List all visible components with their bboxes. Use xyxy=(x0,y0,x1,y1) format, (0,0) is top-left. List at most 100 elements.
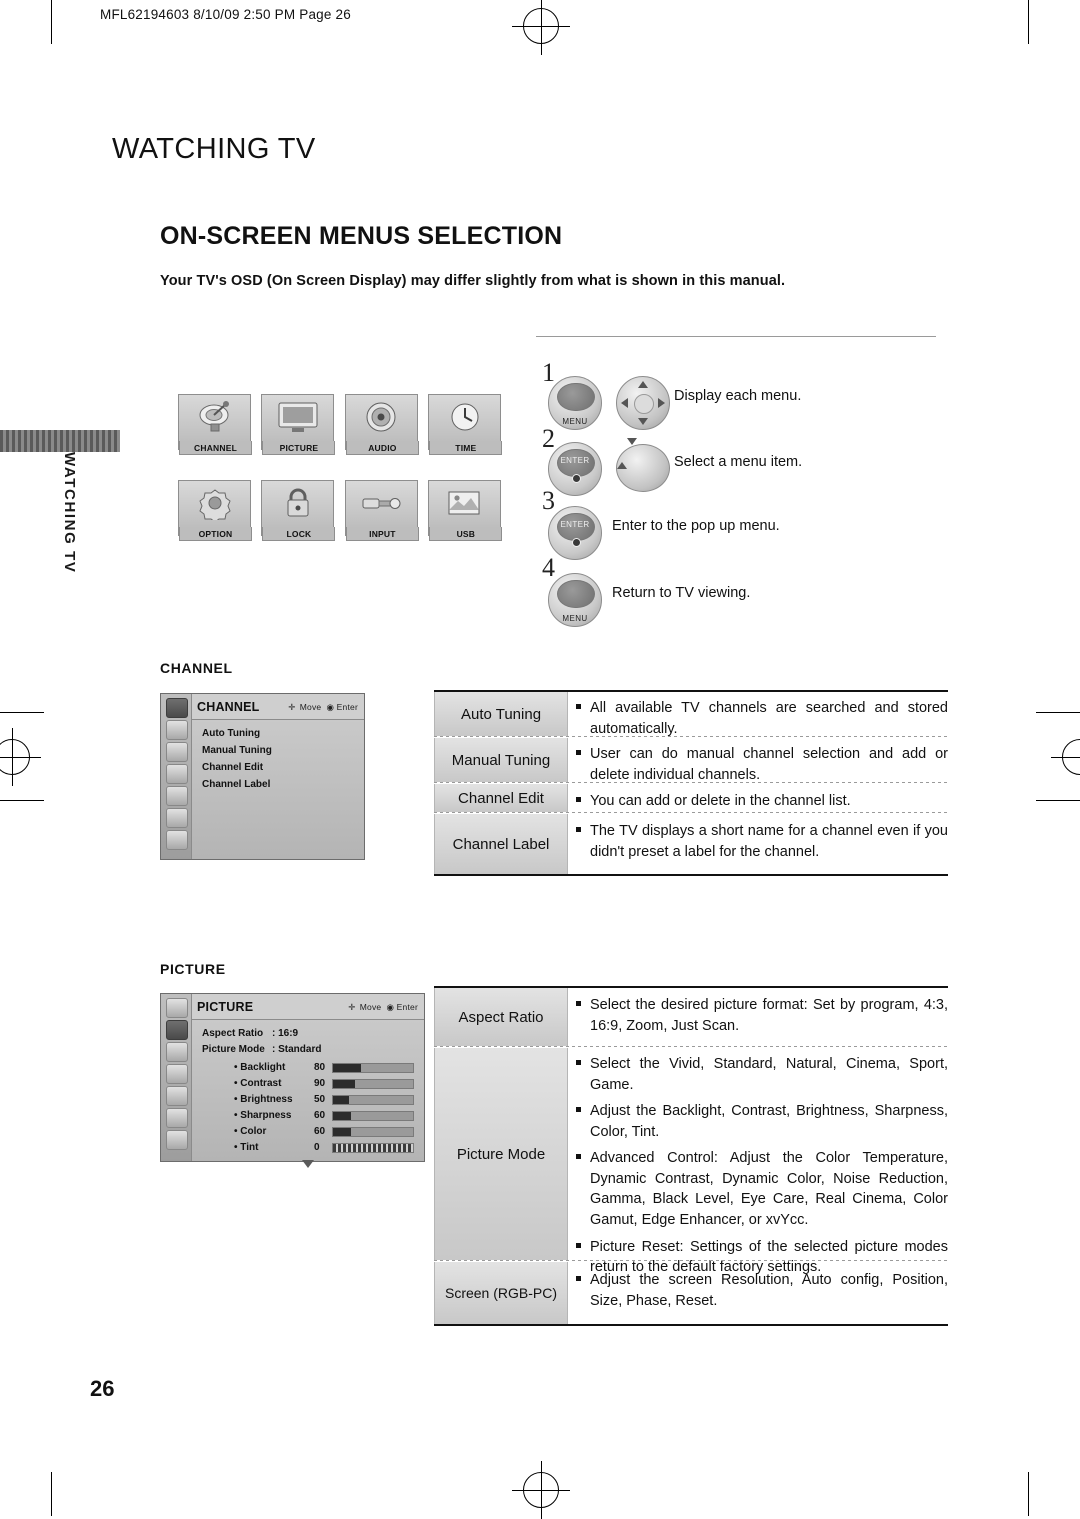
page-title: WATCHING TV xyxy=(112,133,316,165)
osd-sidebar-icon-lock xyxy=(166,1108,188,1128)
crop-mark-bottom-right xyxy=(1028,1472,1029,1516)
menu-icon-label: TIME xyxy=(429,441,503,455)
osd-hint-move: Move xyxy=(359,1002,382,1012)
osd-slider-contrast xyxy=(332,1079,414,1089)
bullet-item: Adjust the Backlight, Contrast, Brightne… xyxy=(576,1101,948,1142)
registration-mark-bottom xyxy=(512,1461,570,1519)
osd-value-color: 60 xyxy=(314,1126,326,1137)
osd-item-manual-tuning: Manual Tuning xyxy=(202,745,272,756)
registration-mark-right xyxy=(1051,728,1080,786)
menu-icon-label: INPUT xyxy=(345,527,419,541)
crop-mark-left-mid2 xyxy=(0,800,44,801)
menu-icon-label: AUDIO xyxy=(345,441,419,455)
menu-button-icon: MENU xyxy=(548,376,602,430)
menu-icon-option: OPTION xyxy=(178,480,252,552)
up-down-button-icon xyxy=(616,438,670,492)
side-tab-label: WATCHING TV xyxy=(61,452,78,574)
bullet-item: The TV displays a short name for a chann… xyxy=(576,821,948,862)
bullet-item: All available TV channels are searched a… xyxy=(576,698,948,739)
step-description: Enter to the pop up menu. xyxy=(612,518,780,534)
step-description: Select a menu item. xyxy=(674,454,803,470)
menu-icon-label: PICTURE xyxy=(262,441,336,455)
usb-icon xyxy=(448,491,480,515)
section-title: ON-SCREEN MENUS SELECTION xyxy=(160,222,563,250)
osd-sidebar-icon-picture xyxy=(166,1020,188,1040)
osd-item-sharpness: • Sharpness xyxy=(234,1110,292,1121)
osd-hint-enter: Enter xyxy=(396,1002,418,1012)
osd-slider-color xyxy=(332,1127,414,1137)
plug-icon xyxy=(362,498,401,509)
osd-hint-move: Move xyxy=(299,702,322,712)
picture-section-label: PICTURE xyxy=(160,961,226,977)
osd-hints: ✛ Move ◉ Enter xyxy=(288,702,358,712)
channel-osd-screenshot: CHANNEL ✛ Move ◉ Enter Auto Tuning Manua… xyxy=(160,693,365,860)
registration-mark-top xyxy=(512,0,570,55)
crop-mark-top-right xyxy=(1028,0,1029,44)
step-number: 2 xyxy=(542,424,555,453)
channel-row-name-1: Manual Tuning xyxy=(434,738,568,782)
osd-sidebar-icon-time xyxy=(166,764,188,784)
crop-mark-bottom-left xyxy=(51,1472,52,1516)
menu-icon-channel: CHANNEL xyxy=(178,394,252,466)
step-description: Return to TV viewing. xyxy=(612,585,751,601)
picture-osd-screenshot: PICTURE ✛ Move ◉ Enter Aspect Ratio : 16… xyxy=(160,993,425,1168)
menu-icon-grid: CHANNEL PICTURE AUDIO TIME OPTION LOCK I… xyxy=(178,394,507,552)
steps-divider xyxy=(536,336,936,337)
clock-icon xyxy=(451,403,479,431)
registration-mark-left xyxy=(0,728,41,786)
channel-section-label: CHANNEL xyxy=(160,660,233,676)
osd-slider-sharpness xyxy=(332,1111,414,1121)
osd-item-brightness: • Brightness xyxy=(234,1094,293,1105)
osd-title: PICTURE xyxy=(197,1000,254,1014)
menu-icon-label: OPTION xyxy=(179,527,252,541)
bullet-item: Advanced Control: Adjust the Color Tempe… xyxy=(576,1148,948,1230)
channel-description-table: Auto Tuning All available TV channels ar… xyxy=(434,690,948,876)
step-number: 4 xyxy=(542,553,555,582)
channel-row-name-3: Channel Label xyxy=(434,814,568,874)
navigation-pad-icon xyxy=(616,376,670,430)
channel-row-desc-2: You can add or delete in the channel lis… xyxy=(576,791,948,812)
bullet-item: Select the Vivid, Standard, Natural, Cin… xyxy=(576,1054,948,1095)
channel-row-name-2: Channel Edit xyxy=(434,784,568,812)
bullet-item: Select the desired picture format: Set b… xyxy=(576,995,948,1036)
osd-value-contrast: 90 xyxy=(314,1078,326,1089)
menu-button-icon: MENU xyxy=(548,573,602,627)
page-root: MFL62194603 8/10/09 2:50 PM Page 26 WATC… xyxy=(0,0,1080,1519)
menu-icon-audio: AUDIO xyxy=(344,394,419,466)
osd-sidebar-icon-option xyxy=(166,786,188,806)
bullet-item: You can add or delete in the channel lis… xyxy=(576,791,948,812)
osd-value-backlight: 80 xyxy=(314,1062,326,1073)
picture-row-desc-2: Adjust the screen Resolution, Auto confi… xyxy=(576,1270,948,1311)
padlock-icon xyxy=(287,488,309,517)
satellite-dish-icon xyxy=(199,401,229,432)
crop-mark-left-mid xyxy=(0,712,44,713)
osd-value-brightness: 50 xyxy=(314,1094,326,1105)
osd-item-backlight: • Backlight xyxy=(234,1062,286,1073)
picture-row-name-1: Picture Mode xyxy=(434,1048,568,1260)
osd-item-picture-mode: Picture Mode xyxy=(202,1044,265,1055)
osd-value-tint: 0 xyxy=(314,1142,320,1153)
side-tab-bar xyxy=(0,430,120,452)
menu-icon-time: TIME xyxy=(428,394,503,466)
channel-row-desc-1: User can do manual channel selection and… xyxy=(576,744,948,785)
page-number: 26 xyxy=(90,1376,115,1401)
menu-icon-label: CHANNEL xyxy=(179,441,252,455)
menu-icon-picture: PICTURE xyxy=(261,394,336,466)
monitor-icon xyxy=(278,402,318,432)
osd-value-aspect-ratio: : 16:9 xyxy=(272,1028,299,1039)
osd-slider-tint xyxy=(332,1143,414,1153)
crop-mark-right-mid2 xyxy=(1036,800,1080,801)
osd-body: Auto Tuning Manual Tuning Channel Edit C… xyxy=(192,720,364,859)
osd-slider-brightness xyxy=(332,1095,414,1105)
osd-scroll-down-icon xyxy=(302,1160,314,1168)
enter-button-label: ENTER xyxy=(560,520,590,529)
channel-row-desc-3: The TV displays a short name for a chann… xyxy=(576,821,948,862)
osd-sidebar-icon-audio xyxy=(166,1042,188,1062)
osd-sidebar-icon-time xyxy=(166,1064,188,1084)
osd-sidebar-icon-usb xyxy=(166,830,188,850)
osd-sidebar-icon-picture xyxy=(166,720,188,740)
osd-item-tint: • Tint xyxy=(234,1142,259,1153)
osd-item-contrast: • Contrast xyxy=(234,1078,282,1089)
osd-hints: ✛ Move ◉ Enter xyxy=(348,1002,418,1012)
picture-row-desc-0: Select the desired picture format: Set b… xyxy=(576,995,948,1036)
